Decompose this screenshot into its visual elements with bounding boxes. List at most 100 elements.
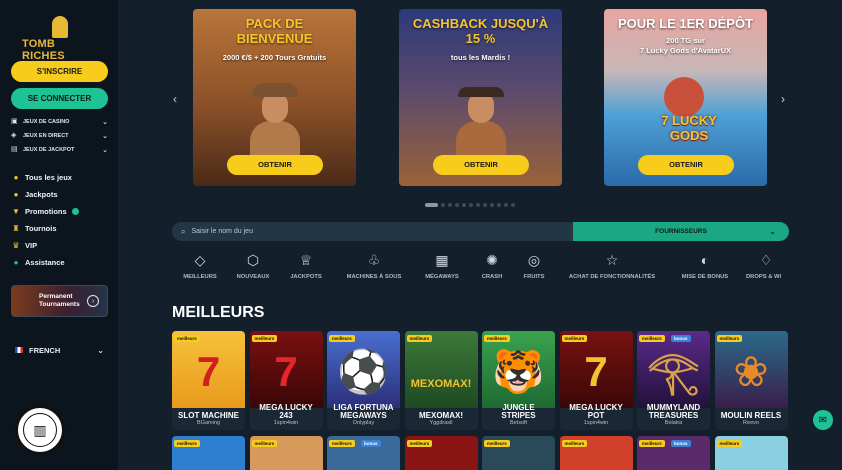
category-casino[interactable]: ▣ JEUX DE CASINO ⌄	[11, 116, 108, 128]
category-tab-crash[interactable]: ✺ CRASH	[475, 250, 509, 280]
best-badge: meilleurs	[251, 335, 278, 342]
promo-get-button[interactable]: OBTENIR	[433, 155, 529, 175]
carousel-dot[interactable]	[455, 203, 459, 207]
promo-card-cashback[interactable]: CASHBACK JUSQU'À 15 % tous les Mardis ! …	[399, 9, 562, 186]
best-badge: meilleurs	[174, 440, 200, 447]
carousel-dot[interactable]	[448, 203, 452, 207]
crown-icon: ♛	[12, 240, 20, 250]
game-tile[interactable]: meilleurs	[172, 436, 245, 470]
game-tile[interactable]: 7 meilleurs MEGA LUCKY POT 1spin4win	[559, 331, 633, 430]
nav-all-games[interactable]: ● Tous les jeux	[11, 170, 72, 184]
game-tile[interactable]: 7 meilleurs SLOT MACHINE BGaming	[172, 331, 245, 430]
category-tab-drops-wins[interactable]: ♢ DROPS & WI	[746, 250, 842, 280]
best-badge: meilleurs	[716, 440, 743, 447]
promo-card-first-deposit[interactable]: POUR LE 1ER DÉPÔT 200 TG sur 7 Lucky God…	[604, 9, 767, 186]
game-tile[interactable]: meilleurs bonus	[327, 436, 400, 470]
game-thumbnail: 7	[172, 331, 245, 408]
carousel-dot[interactable]	[504, 203, 508, 207]
promo-card-welcome[interactable]: PACK DE BIENVENUE 2000 €/$ + 200 Tours G…	[193, 9, 356, 186]
lucky-gods-logo: 7 LUCKY GODS	[661, 113, 717, 143]
category-tab-best[interactable]: ◇ MEILLEURS	[180, 250, 220, 280]
category-tab-feature-buy[interactable]: ☆ ACHAT DE FONCTIONNALITÉS	[562, 250, 662, 280]
carousel-dot[interactable]	[462, 203, 466, 207]
promo-get-button[interactable]: OBTENIR	[227, 155, 323, 175]
section-title: MEILLEURS	[172, 304, 265, 321]
logo[interactable]: TOMB RICHES	[22, 16, 96, 62]
promo-title-line1: CASHBACK JUSQU'À	[412, 16, 549, 31]
category-tab-jackpots[interactable]: ♕ JACKPOTS	[286, 250, 326, 280]
game-tile[interactable]: 𓂀 meilleurs bonus MUMMYLAND TREASURES Belatra	[637, 331, 710, 430]
best-badge: meilleurs	[329, 440, 355, 447]
promo-get-button[interactable]: OBTENIR	[638, 155, 734, 175]
category-tab-new[interactable]: ⬡ NOUVEAUX	[233, 250, 273, 280]
nav-vip[interactable]: ♛ VIP	[11, 238, 37, 252]
category-tab-megaways[interactable]: ▦ MÉGAWAYS	[420, 250, 464, 280]
game-provider: 1spin4win	[583, 420, 609, 426]
carousel-dot[interactable]	[511, 203, 515, 207]
game-title-line1: MEXOMAX!	[419, 411, 463, 420]
chevron-down-icon: ⌄	[102, 119, 108, 126]
game-tile[interactable]: meilleurs	[404, 436, 478, 470]
best-badge: meilleurs	[561, 440, 588, 447]
game-tile[interactable]: MEXOMAX! meilleurs MEXOMAX! Yggdrasil	[404, 331, 478, 430]
language-selector[interactable]: FRENCH ⌄	[11, 342, 108, 358]
promo-title-line1: PACK DE	[245, 16, 304, 31]
game-tile[interactable]: 7 meilleurs MEGA LUCKY 243 1spin4win	[249, 331, 323, 430]
game-tile[interactable]: meilleurs	[482, 436, 555, 470]
game-provider: Onlyplay	[352, 420, 375, 426]
category-jackpot[interactable]: ▤ JEUX DE JACKPOT ⌄	[11, 144, 108, 156]
game-tile[interactable]: ⚽ meilleurs LIGA FORTUNA MEGAWAYS Onlyplay	[327, 331, 400, 430]
nav-promotions[interactable]: ▼ Promotions	[11, 204, 79, 218]
game-tile[interactable]: meilleurs	[559, 436, 633, 470]
game-thumbnail: 𓂀	[637, 331, 710, 408]
live-chat-button[interactable]: ✉	[813, 410, 833, 430]
carousel-dot[interactable]	[497, 203, 501, 207]
game-title-line1: SLOT MACHINE	[178, 411, 239, 420]
carousel-prev-icon[interactable]: ‹	[173, 92, 177, 106]
slot-machine-icon: ▣	[11, 118, 18, 125]
signup-button[interactable]: S'INSCRIRE	[11, 61, 108, 82]
carousel-dot[interactable]	[490, 203, 494, 207]
login-button[interactable]: SE CONNECTER	[11, 88, 108, 109]
best-badge: meilleurs	[716, 335, 743, 342]
providers-dropdown[interactable]: FOURNISSEURS ⌄	[573, 222, 789, 241]
game-title: JUNGLE STRIPES	[482, 404, 555, 420]
game-thumbnail: MEXOMAX!	[404, 331, 478, 408]
bonus-society-seal[interactable]: ▥	[15, 405, 65, 455]
tournament-card[interactable]: Permanent Tournaments ›	[11, 285, 108, 317]
nav-jackpots[interactable]: ● Jackpots	[11, 187, 58, 201]
game-tile[interactable]: 🐯 meilleurs JUNGLE STRIPES Betsoft	[482, 331, 555, 430]
game-title: MEXOMAX!	[405, 412, 478, 420]
carousel-dot[interactable]	[469, 203, 473, 207]
moneybag-icon: ●	[13, 189, 19, 199]
game-title: SLOT MACHINE	[172, 412, 245, 420]
game-art-glyph: 🐯	[492, 348, 545, 395]
search-bar[interactable]: ⌕ Saisir le nom du jeu	[172, 222, 573, 241]
category-live[interactable]: ◈ JEUX EN DIRECT ⌄	[11, 130, 108, 142]
carousel-dot[interactable]	[483, 203, 487, 207]
dice-icon: ◈	[11, 132, 17, 139]
game-title-line1: MOULIN REELS	[720, 411, 782, 420]
mexomax-logo: MEXOMAX!	[410, 378, 472, 390]
explorer-illustration	[454, 79, 508, 155]
category-tab-slots[interactable]: ♧ MACHINES À SOUS	[339, 250, 409, 280]
carousel-next-icon[interactable]: ›	[781, 92, 785, 106]
best-badge: meilleurs	[329, 335, 355, 342]
nav-assistance[interactable]: ● Assistance	[11, 255, 65, 269]
game-tile[interactable]: ❀ meilleurs MOULIN REELS Reevo	[714, 331, 788, 430]
promo-title-line2: BIENVENUE	[236, 31, 313, 46]
game-tile[interactable]: meilleurs	[714, 436, 788, 470]
slot-icon: ▦	[435, 252, 449, 268]
game-tile[interactable]: meilleurs bonus	[637, 436, 710, 470]
carousel-dot[interactable]	[476, 203, 480, 207]
carousel-dot[interactable]	[441, 203, 445, 207]
promo-subtitle-line2: 7 Lucky Gods d'AvatarUX	[639, 46, 732, 55]
best-badge: meilleurs	[639, 440, 665, 447]
search-input[interactable]: Saisir le nom du jeu	[191, 228, 252, 235]
bonus-badge: bonus	[361, 440, 381, 447]
category-tab-fruits[interactable]: ◎ FRUITS	[517, 250, 551, 280]
category-tab-bonus-bet[interactable]: ◐ MISE DE BONUS	[675, 250, 735, 280]
carousel-dot[interactable]	[425, 203, 438, 207]
nav-tournaments[interactable]: ♜ Tournois	[11, 221, 56, 235]
game-tile[interactable]: meilleurs	[249, 436, 323, 470]
